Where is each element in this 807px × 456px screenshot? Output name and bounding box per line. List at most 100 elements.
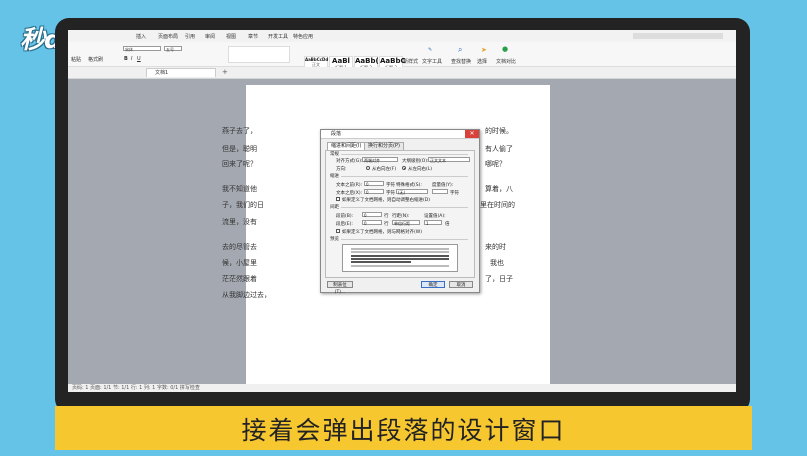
tabs-button[interactable]: 制表位(T)...	[327, 281, 353, 295]
doc-line-fragment: 里在时间的	[480, 201, 515, 209]
menu-item[interactable]: 审阅	[205, 33, 215, 40]
select-button[interactable]: 选择	[477, 58, 487, 65]
unit-label: 字符	[450, 191, 459, 196]
section-indent: 缩进	[330, 173, 341, 179]
menu-item[interactable]: 页面布局	[158, 33, 178, 40]
menu-item[interactable]: 视图	[226, 33, 236, 40]
auto-adjust-indent-checkbox[interactable]	[336, 197, 340, 201]
font-size-select[interactable]: 五号	[164, 46, 182, 52]
doc-line: 我不知道他	[222, 185, 257, 193]
after-text-input[interactable]: 0	[364, 189, 384, 195]
doc-line: 子，我们的日	[222, 201, 264, 209]
dialog-titlebar: 段落 ✕	[321, 130, 479, 139]
section-spacing: 间距	[330, 204, 341, 210]
special-label: 特殊格式(S):	[396, 183, 422, 188]
new-style-button[interactable]: 新样式	[403, 58, 418, 65]
outline-select[interactable]: 正文文本	[428, 157, 470, 163]
font-name-select[interactable]: 宋体	[123, 46, 161, 52]
section-preview: 预览	[330, 236, 341, 242]
format-painter-button[interactable]: 格式刷	[88, 56, 103, 63]
menu-bar: 插入 页面布局 引用 审阅 视图 章节 开发工具 特色应用	[68, 30, 736, 42]
unit-label: 字符	[386, 183, 395, 188]
doc-line-fragment: 有人偷了	[485, 145, 513, 153]
divider	[330, 207, 468, 208]
doc-line: 燕子去了，	[222, 127, 257, 135]
doc-line: 但是，聪明	[222, 145, 257, 153]
menu-item[interactable]: 引用	[185, 33, 195, 40]
doc-line-fragment: 来的时	[485, 243, 506, 251]
space-before-input[interactable]: 0	[362, 212, 382, 218]
text-tools-button[interactable]: 文字工具	[422, 58, 442, 65]
snap-grid-label: 如果定义了文档网格，则与网格对齐(W)	[342, 230, 422, 235]
unit-label: 行	[384, 214, 389, 219]
bold-button[interactable]: B	[124, 56, 128, 62]
ok-button[interactable]: 确定	[421, 281, 445, 288]
italic-button[interactable]: I	[131, 56, 132, 62]
snap-grid-checkbox[interactable]	[336, 229, 340, 233]
after-label: 段后(E):	[336, 222, 353, 227]
doc-line-fragment: 算着，八	[485, 185, 513, 193]
cancel-button[interactable]: 取消	[449, 281, 473, 288]
measure-label: 度量值(Y):	[432, 183, 454, 188]
doc-line: 茫茫然跟着	[222, 275, 257, 283]
menu-item[interactable]: 插入	[136, 33, 146, 40]
ltr-radio[interactable]	[402, 166, 406, 170]
paragraph-dialog: 段落 ✕ 缩进和间距(I) 换行和分页(P) 常规 对齐方式(G): 两端对齐 …	[320, 129, 480, 295]
new-tab-icon[interactable]: +	[222, 68, 228, 76]
before-text-input[interactable]: 0	[364, 181, 384, 187]
space-after-input[interactable]: 0	[362, 220, 382, 226]
doc-line: 回来了呢？	[222, 160, 257, 168]
doc-line-fragment: 了，日子	[485, 275, 513, 283]
ribbon-toolbar: 粘贴 格式刷 宋体 五号 B I U AaBbCcDd正文 AaBl标题 1 A…	[68, 42, 736, 74]
special-select[interactable]: (无)	[396, 189, 428, 195]
line-spacing-label: 行距(N):	[392, 214, 410, 219]
setting-input[interactable]: 1	[424, 220, 442, 226]
unit-label: 倍	[445, 222, 450, 227]
caption-banner: 接着会弹出段落的设计窗口	[55, 406, 752, 450]
doc-line: 候，小屋里	[222, 259, 257, 267]
auto-adjust-indent-label: 如果定义了文档网格，则自动调整右缩进(D)	[342, 198, 430, 203]
dialog-body: 常规 对齐方式(G): 两端对齐 大纲级别(O): 正文文本 方向: 从右向左(…	[325, 150, 475, 278]
before-label: 段前(B):	[336, 214, 354, 219]
after-text-label: 文本之后(X):	[336, 191, 363, 196]
document-tab-bar: 文档1 +	[68, 67, 736, 79]
unit-label: 行	[384, 222, 389, 227]
alignment-label: 对齐方式(G):	[336, 159, 363, 164]
rtl-radio[interactable]	[366, 166, 370, 170]
doc-line-fragment: 哪呢？	[485, 160, 506, 168]
menu-item[interactable]: 章节	[248, 33, 258, 40]
ltr-label: 从左向右(L)	[408, 167, 433, 172]
text-tools-icon[interactable]: ✎	[428, 47, 432, 53]
unit-label: 字符	[386, 191, 395, 196]
setting-label: 设置值(A):	[424, 214, 446, 219]
outline-label: 大纲级别(O):	[402, 159, 429, 164]
paste-button[interactable]: 粘贴	[71, 56, 81, 63]
underline-button[interactable]: U	[137, 56, 141, 62]
cursor-icon[interactable]: ➤	[481, 46, 487, 54]
divider	[330, 176, 468, 177]
tab-document1[interactable]: 文档1	[146, 68, 216, 77]
measure-input[interactable]	[432, 189, 448, 194]
alignment-select[interactable]: 两端对齐	[362, 157, 398, 163]
window-controls[interactable]	[633, 33, 723, 39]
status-bar: 页码: 1 页面: 1/1 节: 1/1 行: 1 列: 1 字数: 0/1 拼…	[68, 384, 736, 392]
doc-line: 从我脚边过去，	[222, 291, 271, 299]
menu-item[interactable]: 开发工具	[268, 33, 288, 40]
compare-icon[interactable]: ●	[502, 45, 508, 53]
rtl-label: 从右向左(F)	[372, 167, 397, 172]
divider	[330, 239, 468, 240]
paragraph-tools[interactable]	[228, 46, 290, 63]
line-spacing-select[interactable]: 单倍行距	[392, 220, 420, 226]
before-text-label: 文本之前(R):	[336, 183, 363, 188]
section-general: 常规	[330, 151, 341, 157]
find-replace-button[interactable]: 查找替换	[451, 58, 471, 65]
paragraph-preview	[342, 244, 458, 272]
direction-label: 方向:	[336, 167, 347, 172]
close-icon[interactable]: ✕	[465, 130, 479, 138]
menu-item[interactable]: 特色应用	[293, 33, 313, 40]
search-icon[interactable]: ⌕	[458, 45, 462, 55]
dialog-title: 段落	[331, 131, 342, 137]
divider	[330, 154, 468, 155]
doc-line-fragment: 我也	[490, 259, 504, 267]
doc-compare-button[interactable]: 文档对比	[496, 58, 516, 65]
